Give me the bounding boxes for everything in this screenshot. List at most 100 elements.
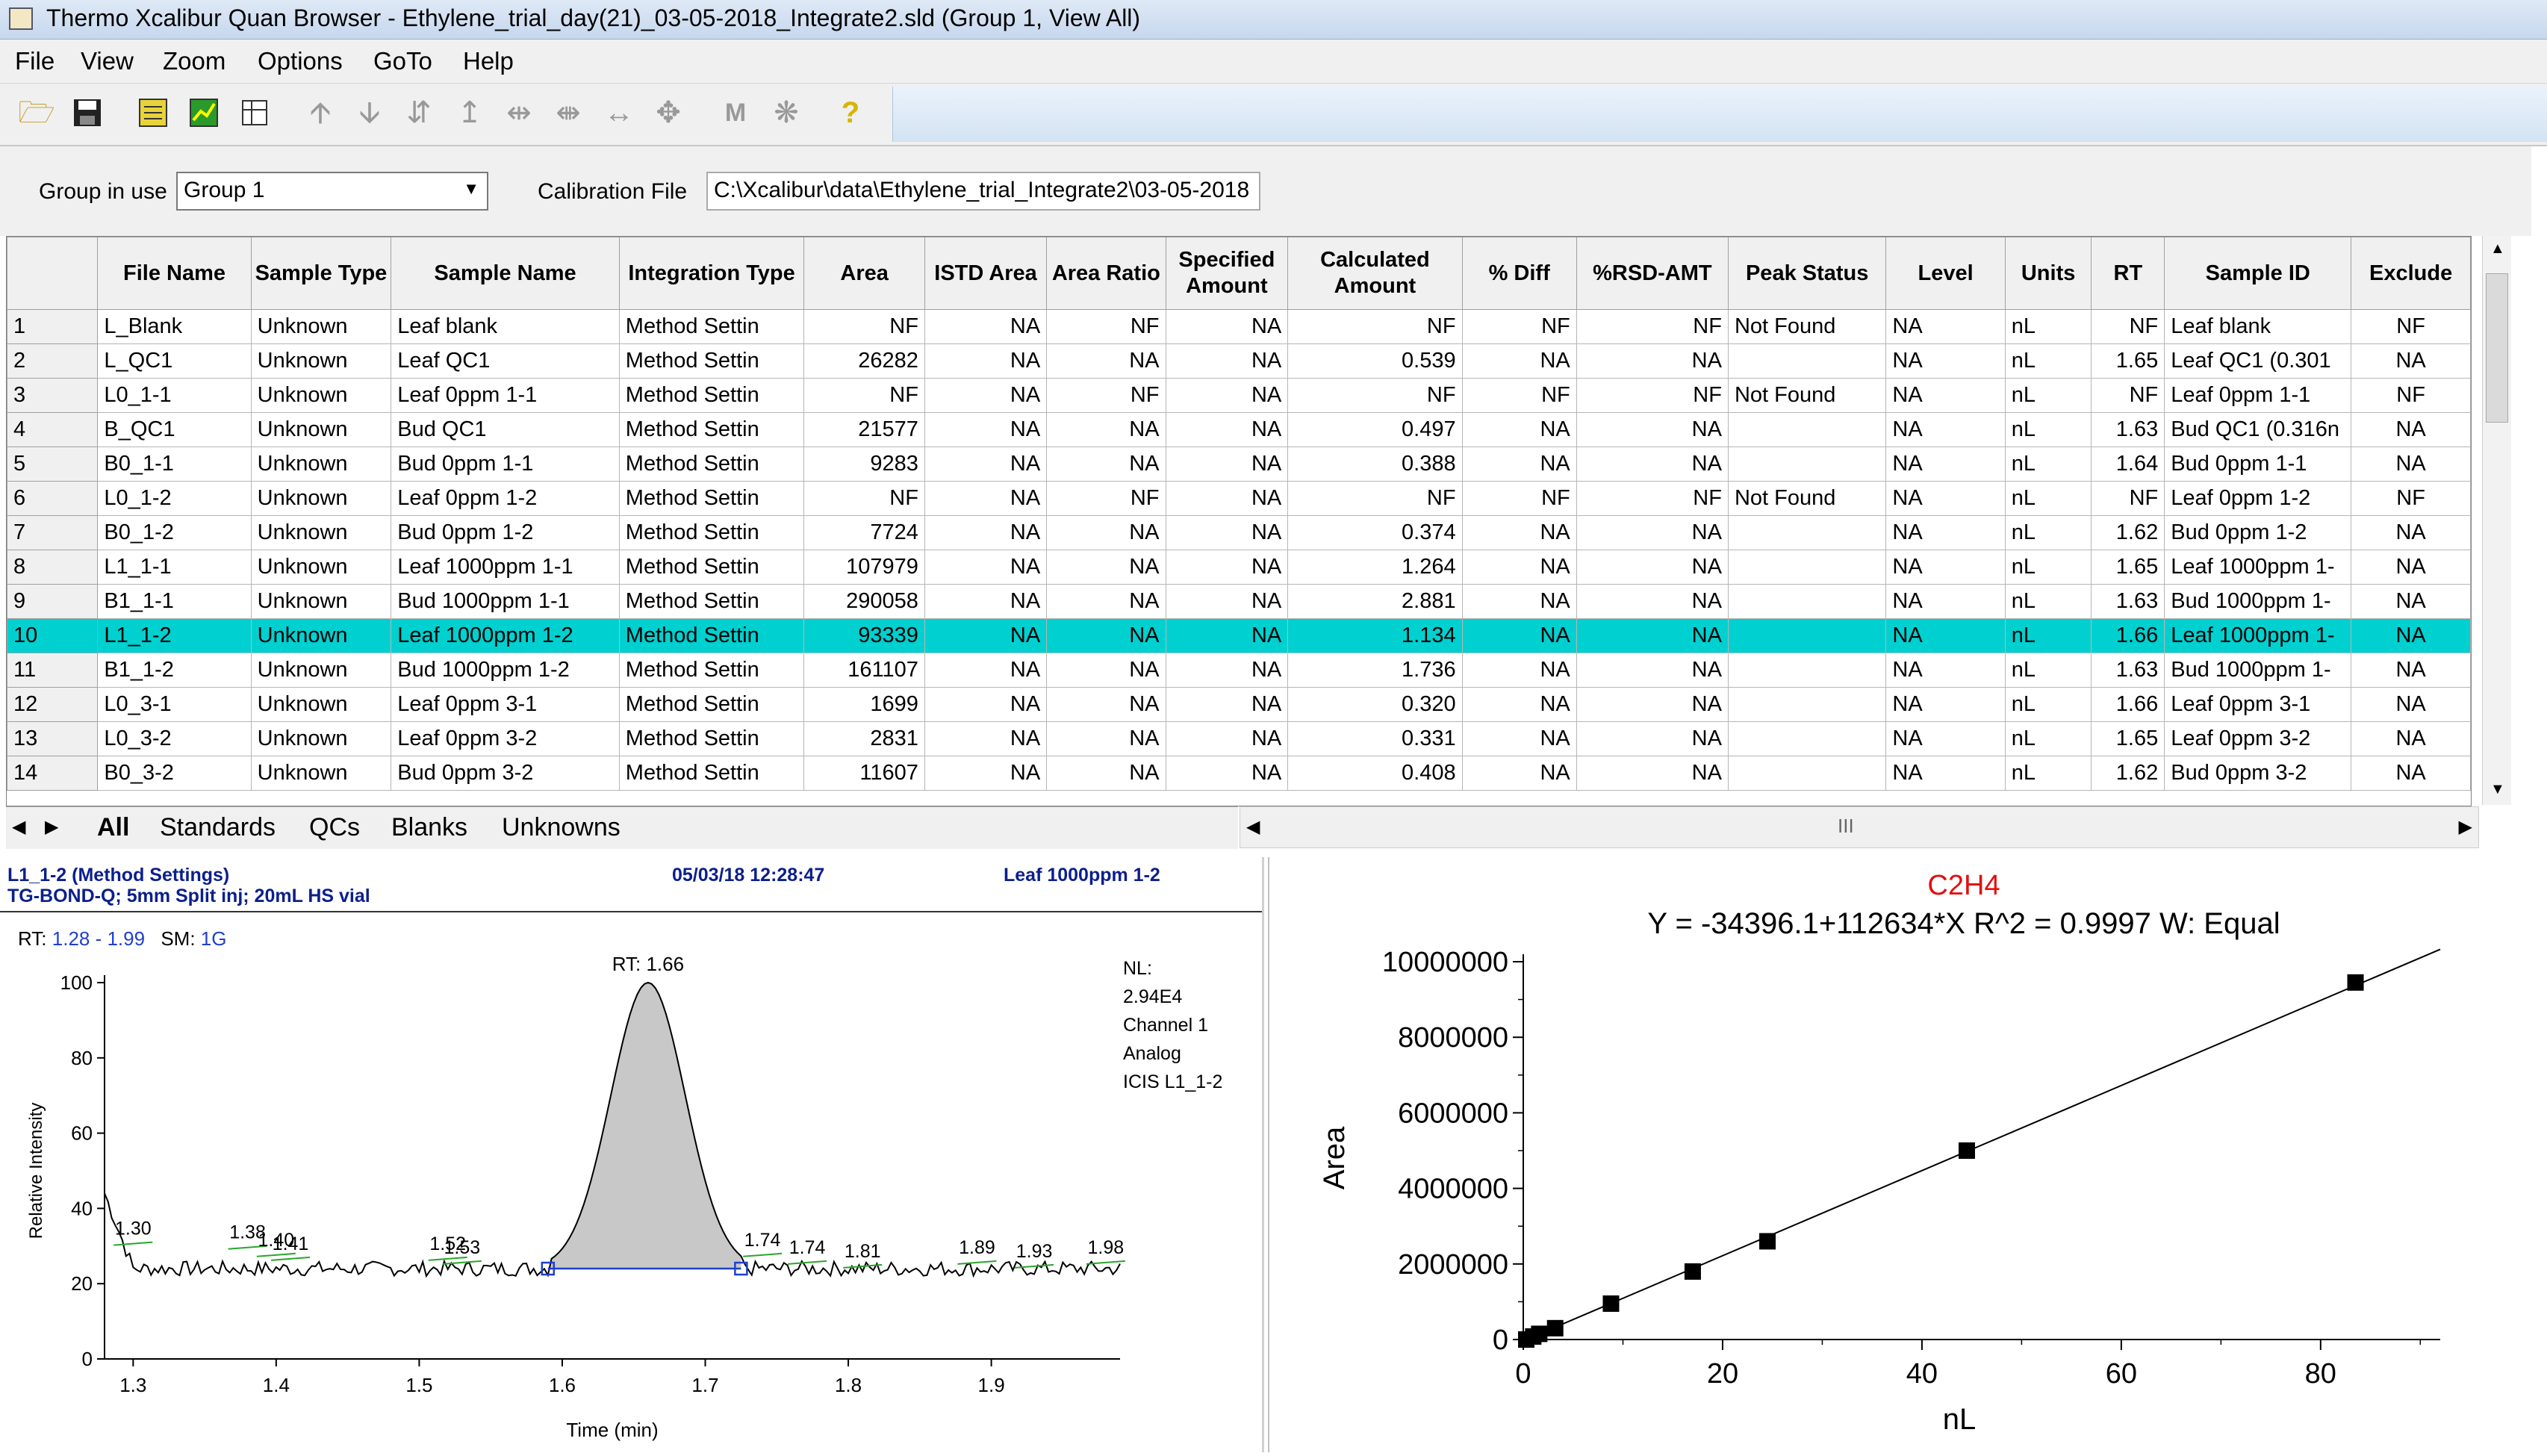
table-cell[interactable]: Leaf 1000ppm 1-2 [391,618,620,653]
peak-up-icon[interactable]: ↥ [451,94,488,131]
table-cell[interactable]: NA [1576,756,1729,791]
table-cell[interactable]: NA [1576,721,1729,756]
row-index[interactable]: 4 [7,412,99,447]
table-cell[interactable]: NA [2351,721,2471,756]
table-cell[interactable]: NA [1885,756,2006,791]
table-cell[interactable]: NA [2351,343,2471,379]
row-index[interactable]: 14 [7,756,99,791]
row-index[interactable]: 1 [7,309,99,344]
table-cell[interactable]: 1.63 [2091,653,2165,688]
table-row[interactable]: 3 L0_1-1 Unknown Leaf 0ppm 1-1 Method Settin… [7,378,2471,413]
table-cell[interactable]: 107979 [803,550,925,585]
menu-zoom[interactable]: Zoom [163,47,226,75]
table-cell[interactable]: Bud 0ppm 1-2 [391,515,620,550]
table-cell[interactable]: Not Found [1727,481,1887,516]
menu-view[interactable]: View [81,47,134,75]
table-cell[interactable]: NA [1165,584,1289,619]
table-cell[interactable]: nL [2004,447,2092,482]
table-cell[interactable]: NF [803,481,925,516]
table-cell[interactable]: L0_1-1 [97,378,252,413]
table-cell[interactable]: Leaf QC1 [391,343,620,379]
table-cell[interactable]: 93339 [803,618,925,653]
table-cell[interactable]: 1.65 [2091,343,2165,379]
table-cell[interactable]: NA [1461,412,1577,447]
table-cell[interactable]: Leaf QC1 (0.301 [2164,343,2352,379]
table-cell[interactable]: NA [1885,584,2006,619]
table-cell[interactable]: NF [1576,309,1729,344]
table-cell[interactable]: NF [803,309,925,344]
table-cell[interactable]: NA [2351,550,2471,585]
sheet-icon[interactable] [236,94,273,131]
table-cell[interactable]: Unknown [250,515,392,550]
table-cell[interactable]: Leaf 0ppm 3-1 [391,687,620,722]
table-vertical-scrollbar[interactable]: ▲ ▼ [2482,236,2511,805]
table-cell[interactable]: NA [924,721,1048,756]
table-cell[interactable]: NA [1165,515,1289,550]
table-cell[interactable]: NF [1576,481,1729,516]
tab-all[interactable]: All [97,813,129,842]
table-cell[interactable]: B1_1-2 [97,653,252,688]
table-cell[interactable]: NA [1461,515,1577,550]
table-cell[interactable]: NA [1576,653,1729,688]
table-cell[interactable]: NA [1576,550,1729,585]
scroll-thumb[interactable] [2486,273,2508,423]
table-cell[interactable]: NA [2351,412,2471,447]
row-index[interactable]: 11 [7,653,99,688]
table-cell[interactable]: B0_1-2 [97,515,252,550]
table-cell[interactable]: 7724 [803,515,925,550]
table-cell[interactable]: Leaf 0ppm 1-1 [391,378,620,413]
table-cell[interactable]: NA [1885,343,2006,379]
tab-unknowns[interactable]: Unknowns [502,813,621,842]
table-cell[interactable]: NF [1287,481,1463,516]
table-cell[interactable]: Bud 1000ppm 1-1 [391,584,620,619]
table-cell[interactable]: NA [1046,412,1166,447]
help-icon[interactable]: ? [832,94,869,131]
table-cell[interactable]: NA [924,309,1048,344]
table-cell[interactable]: NA [924,550,1048,585]
table-cell[interactable]: NA [1461,550,1577,585]
table-cell[interactable]: NF [1046,481,1166,516]
row-index[interactable]: 8 [7,550,99,585]
calibration-panel[interactable]: C2H4 Y = -34396.1+112634*X R^2 = 0.9997 W… [1268,857,2547,1452]
table-cell[interactable]: NA [1885,309,2006,344]
table-cell[interactable]: NF [1461,481,1577,516]
table-cell[interactable]: B_QC1 [97,412,252,447]
table-cell[interactable]: Method Settin [618,721,805,756]
table-cell[interactable]: NA [1461,756,1577,791]
table-cell[interactable]: Bud 0ppm 3-2 [2164,756,2352,791]
table-cell[interactable]: Leaf 0ppm 1-2 [2164,481,2352,516]
table-cell[interactable]: NF [1461,378,1577,413]
table-cell[interactable]: NA [1165,309,1289,344]
table-cell[interactable]: 1.65 [2091,550,2165,585]
table-cell[interactable]: NF [1576,378,1729,413]
table-cell[interactable]: NA [1885,447,2006,482]
table-cell[interactable]: Method Settin [618,756,805,791]
table-cell[interactable]: 0.374 [1287,515,1463,550]
hscroll-left-icon[interactable]: ◀ [1246,816,1260,838]
table-cell[interactable]: NF [2351,378,2471,413]
table-cell[interactable]: 0.539 [1287,343,1463,379]
table-cell[interactable]: NA [1576,618,1729,653]
table-cell[interactable]: L0_1-2 [97,481,252,516]
table-cell[interactable]: Unknown [250,378,392,413]
table-cell[interactable]: NA [924,378,1048,413]
table-row[interactable]: 4 B_QC1 Unknown Bud QC1 Method Settin 21577 NA… [7,412,2471,447]
table-cell[interactable]: 0.408 [1287,756,1463,791]
row-index[interactable]: 7 [7,515,99,550]
table-cell[interactable] [1727,653,1887,688]
table-cell[interactable]: NA [1576,343,1729,379]
table-cell[interactable]: NF [1046,378,1166,413]
group-select[interactable]: Group 1 ▼ [176,172,488,211]
table-cell[interactable]: NF [1461,309,1577,344]
table-cell[interactable]: 26282 [803,343,925,379]
column-header[interactable]: Integration Type [618,237,805,310]
table-cell[interactable]: 0.497 [1287,412,1463,447]
table-cell[interactable]: Unknown [250,343,392,379]
table-cell[interactable]: NA [1165,343,1289,379]
table-cell[interactable]: Leaf blank [391,309,620,344]
scroll-up-icon[interactable]: ▲ [2490,240,2505,258]
table-cell[interactable]: Unknown [250,584,392,619]
table-cell[interactable] [1727,618,1887,653]
table-row[interactable]: 1 L_Blank Unknown Leaf blank Method Settin NF… [7,309,2471,344]
table-cell[interactable]: Unknown [250,447,392,482]
